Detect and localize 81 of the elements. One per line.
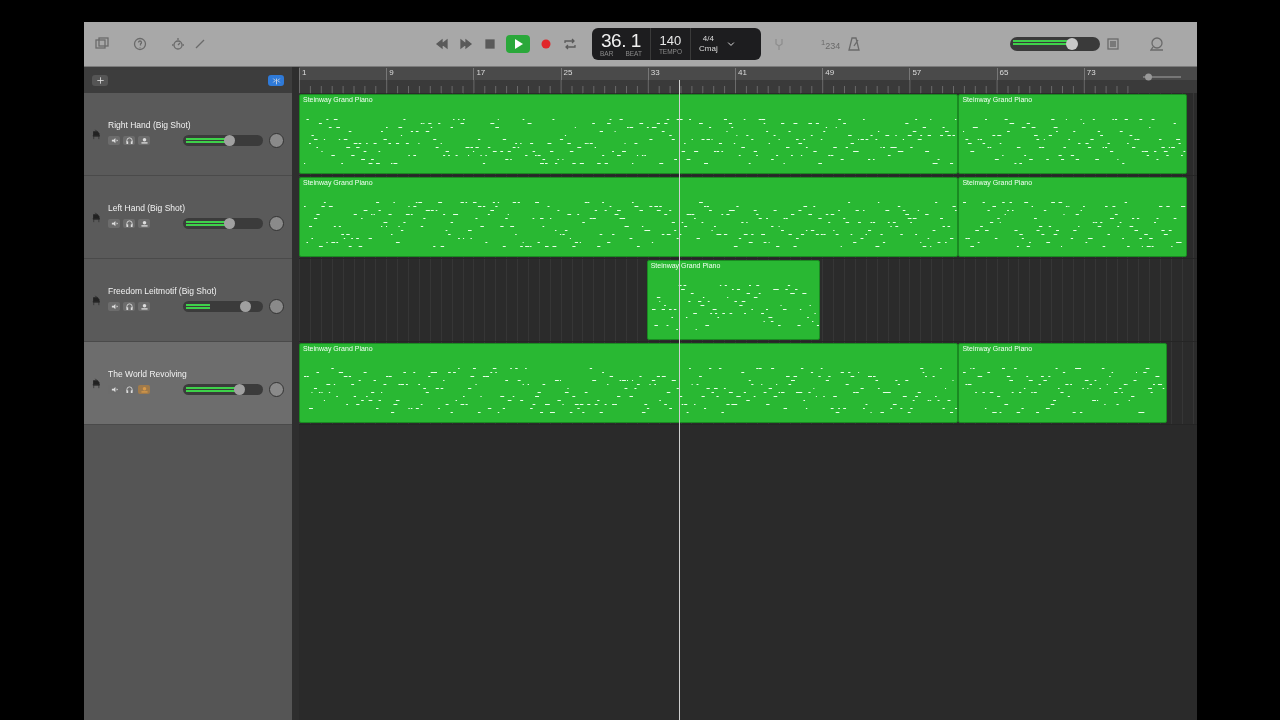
bar-number: 73 (1083, 68, 1096, 80)
pan-knob[interactable] (269, 133, 284, 148)
headphones-icon (125, 386, 133, 393)
headphones-icon (125, 303, 133, 310)
fast-forward-icon (459, 37, 473, 51)
pan-knob[interactable] (269, 216, 284, 231)
solo-button[interactable] (123, 302, 135, 311)
master-volume-thumb[interactable] (1066, 38, 1079, 50)
rewind-icon (435, 37, 449, 51)
cycle-icon (563, 37, 577, 51)
input-icon (140, 220, 148, 227)
bar-number: 17 (473, 68, 486, 80)
mute-button[interactable] (108, 302, 120, 311)
bar-number: 57 (909, 68, 922, 80)
smart-controls-button[interactable] (170, 36, 186, 52)
chevron-down-icon (725, 39, 736, 49)
mute-button[interactable] (108, 136, 120, 145)
master-volume-slider[interactable] (1010, 37, 1101, 51)
add-track-button[interactable] (92, 74, 108, 86)
record-enable-button[interactable] (138, 302, 150, 311)
stop-icon (483, 37, 497, 51)
pencil-icon (193, 37, 207, 51)
track-header[interactable]: Freedom Leitmotif (Big Shot) (84, 259, 292, 342)
metronome-icon (847, 37, 862, 51)
track-header[interactable]: Left Hand (Big Shot) (84, 176, 292, 259)
speaker-muted-icon (110, 303, 118, 310)
bar-number: 9 (386, 68, 394, 80)
pan-knob[interactable] (269, 382, 284, 397)
input-icon (140, 137, 148, 144)
tuning-fork-icon (772, 37, 786, 51)
dial-icon (171, 37, 185, 51)
headphones-icon (125, 220, 133, 227)
time-signature: 4/4 (702, 34, 714, 44)
record-icon (539, 37, 553, 51)
bar-beat-readout: 36. 1 (601, 31, 641, 50)
help-icon (133, 37, 147, 51)
speaker-muted-icon (110, 137, 118, 144)
metronome-button[interactable] (846, 36, 863, 52)
zoom-thumb[interactable] (1145, 73, 1152, 81)
bar-number: 1 (299, 68, 307, 80)
playhead-icon (271, 75, 281, 85)
input-icon (140, 303, 148, 310)
library-icon (95, 37, 109, 51)
volume-thumb[interactable] (234, 384, 245, 395)
bar-number: 33 (647, 68, 660, 80)
volume-slider[interactable] (183, 135, 263, 146)
volume-thumb[interactable] (223, 135, 235, 146)
record-enable-button[interactable] (138, 219, 150, 228)
volume-slider[interactable] (183, 384, 263, 395)
solo-button[interactable] (123, 219, 135, 228)
help-button[interactable] (132, 36, 148, 52)
speaker-muted-icon (110, 386, 118, 393)
speaker-muted-icon (110, 220, 118, 227)
pan-knob[interactable] (269, 299, 284, 314)
solo-button[interactable] (123, 385, 135, 394)
bar-number: 41 (735, 68, 747, 80)
tempo-readout: 140 (659, 33, 682, 48)
zoom-slider[interactable] (1143, 73, 1181, 81)
track-header[interactable]: Right Hand (Big Shot) (84, 93, 292, 176)
plus-icon (95, 75, 105, 85)
record-enable-button[interactable] (138, 136, 150, 145)
key-signature: Cmaj (699, 44, 718, 54)
headphones-icon (125, 137, 133, 144)
track-header[interactable]: The World Revolving (84, 342, 292, 425)
volume-thumb[interactable] (223, 218, 235, 229)
track-name: Right Hand (Big Shot) (108, 120, 192, 130)
volume-slider[interactable] (183, 218, 263, 229)
input-icon (140, 386, 148, 393)
play-button[interactable] (506, 35, 530, 53)
track-name: Left Hand (Big Shot) (108, 203, 186, 213)
ruler[interactable]: 1 9 17 25 33 41 49 57 65 73 (299, 67, 1197, 93)
solo-button[interactable] (123, 136, 135, 145)
bar-number: 65 (996, 68, 1009, 80)
track-name: Freedom Leitmotif (Big Shot) (108, 286, 218, 296)
volume-thumb[interactable] (240, 301, 252, 312)
bar-number: 49 (822, 68, 835, 80)
bar-number: 25 (560, 68, 573, 80)
catch-playhead-button[interactable] (268, 74, 284, 86)
track-name: The World Revolving (108, 369, 188, 379)
volume-slider[interactable] (183, 301, 263, 312)
mute-button[interactable] (108, 219, 120, 228)
